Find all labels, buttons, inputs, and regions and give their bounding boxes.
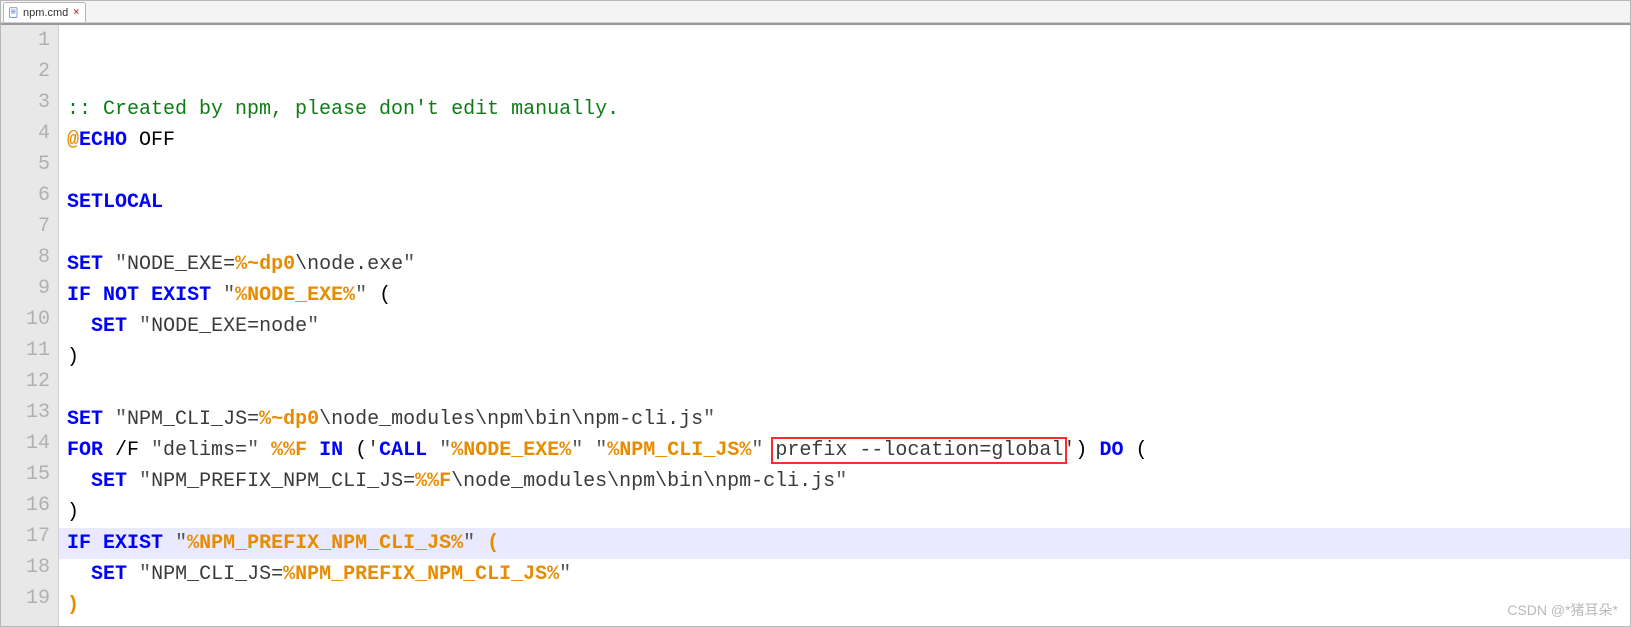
code-line[interactable]: SET "NODE_EXE=%~dp0\node.exe" bbox=[59, 249, 1630, 280]
editor-window: npm.cmd × 12345678910111213141516171819 … bbox=[0, 0, 1631, 627]
line-number: 9 bbox=[5, 273, 50, 304]
line-number: 7 bbox=[5, 211, 50, 242]
code-line[interactable]: IF NOT EXIST "%NODE_EXE%" ( bbox=[59, 280, 1630, 311]
line-number: 13 bbox=[5, 397, 50, 428]
file-tab-npm-cmd[interactable]: npm.cmd × bbox=[3, 2, 86, 22]
line-number: 19 bbox=[5, 583, 50, 614]
editor-area: 12345678910111213141516171819 :: Created… bbox=[1, 23, 1630, 626]
code-line[interactable]: SET "NPM_CLI_JS=%~dp0\node_modules\npm\b… bbox=[59, 404, 1630, 435]
code-line[interactable]: ) bbox=[59, 342, 1630, 373]
line-number: 1 bbox=[5, 25, 50, 56]
code-line[interactable] bbox=[59, 373, 1630, 404]
line-number: 6 bbox=[5, 180, 50, 211]
line-number: 3 bbox=[5, 87, 50, 118]
line-number: 17 bbox=[5, 521, 50, 552]
code-line[interactable]: FOR /F "delims=" %%F IN ('CALL "%NODE_EX… bbox=[59, 435, 1630, 466]
line-number: 8 bbox=[5, 242, 50, 273]
code-line[interactable]: SETLOCAL bbox=[59, 187, 1630, 218]
line-number: 2 bbox=[5, 56, 50, 87]
line-number: 18 bbox=[5, 552, 50, 583]
code-line[interactable]: IF EXIST "%NPM_PREFIX_NPM_CLI_JS%" ( bbox=[59, 528, 1630, 559]
line-number: 11 bbox=[5, 335, 50, 366]
code-line[interactable] bbox=[59, 621, 1630, 626]
file-icon bbox=[8, 7, 20, 19]
line-number: 16 bbox=[5, 490, 50, 521]
line-number: 5 bbox=[5, 149, 50, 180]
line-number: 10 bbox=[5, 304, 50, 335]
code-line[interactable]: SET "NPM_PREFIX_NPM_CLI_JS=%%F\node_modu… bbox=[59, 466, 1630, 497]
line-number: 12 bbox=[5, 366, 50, 397]
line-number: 15 bbox=[5, 459, 50, 490]
close-icon[interactable]: × bbox=[71, 8, 81, 18]
tab-label: npm.cmd bbox=[23, 7, 68, 19]
code-line[interactable] bbox=[59, 156, 1630, 187]
tab-bar: npm.cmd × bbox=[1, 1, 1630, 23]
line-number: 4 bbox=[5, 118, 50, 149]
line-number: 14 bbox=[5, 428, 50, 459]
highlighted-text: prefix --location=global bbox=[775, 439, 1063, 462]
code-content[interactable]: :: Created by npm, please don't edit man… bbox=[59, 25, 1630, 626]
code-line[interactable]: ) bbox=[59, 590, 1630, 621]
code-line[interactable]: @ECHO OFF bbox=[59, 125, 1630, 156]
code-line[interactable]: ) bbox=[59, 497, 1630, 528]
code-line[interactable]: SET "NPM_CLI_JS=%NPM_PREFIX_NPM_CLI_JS%" bbox=[59, 559, 1630, 590]
code-line[interactable]: SET "NODE_EXE=node" bbox=[59, 311, 1630, 342]
code-line[interactable]: :: Created by npm, please don't edit man… bbox=[59, 94, 1630, 125]
code-line[interactable] bbox=[59, 218, 1630, 249]
line-number-gutter: 12345678910111213141516171819 bbox=[1, 25, 59, 626]
